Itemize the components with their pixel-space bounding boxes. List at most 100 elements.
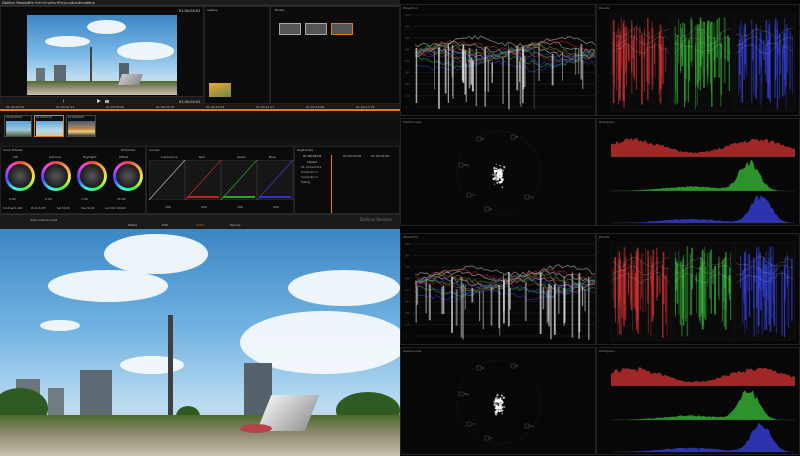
nodes-panel: Nodes [270, 6, 400, 104]
waveform-tick: 128 [405, 323, 410, 327]
app-name: DaVinci Resolve [2, 1, 30, 5]
parade-title: Parade [599, 235, 610, 239]
keyframes-panel: Keyframes 01:00:04:02 01:00:00:00 01:00:… [294, 146, 400, 214]
ruler-tc: 01:00:05:02 [106, 105, 125, 109]
vectorscope-target-label: R [482, 137, 484, 141]
vectorscope-target-label: Mg [464, 392, 469, 396]
tab-edit[interactable]: Edit [162, 223, 168, 227]
waveform-tick: 128 [405, 94, 410, 98]
histogram-title: Histogram [599, 120, 615, 124]
ruler-tc: 01:00:12:17 [256, 105, 275, 109]
curves-graph[interactable] [149, 160, 293, 200]
vectorscope-target-label: R [482, 366, 484, 370]
tab-media[interactable]: Media [128, 223, 137, 227]
color-wheels-title: Color Wheels [3, 148, 23, 152]
keyframes-title: Keyframes [297, 148, 313, 152]
tab-deliver[interactable]: Deliver [230, 223, 241, 227]
highlight-wheel[interactable] [77, 161, 107, 191]
skip-start-icon[interactable] [63, 99, 67, 103]
menu-file[interactable]: File [28, 1, 34, 5]
gamma-wheel[interactable] [41, 161, 71, 191]
transport-bar: 01:00:04:02 [1, 96, 203, 103]
parade-scope: Parade [596, 233, 800, 345]
waveform-tick: 640 [405, 48, 410, 52]
waveform-tick: 0 [405, 334, 407, 338]
histogram-scope: Histogram [596, 347, 800, 455]
color-wheels-mode: Primaries [121, 148, 136, 152]
tab-color[interactable]: Color [196, 223, 204, 227]
parade-title: Parade [599, 6, 610, 10]
waveform-tick: 640 [405, 277, 410, 281]
clips-strip: 01:00:00:00 01:00:02:14 01:00:05:03 [0, 113, 400, 141]
waveform-tick: 896 [405, 25, 410, 29]
vectorscope: Vectorscope R Mg B Cy G Yl [400, 118, 596, 226]
lift-wheel[interactable] [5, 161, 35, 191]
vectorscope-target-label: Cy [530, 424, 534, 428]
gallery-still[interactable] [209, 83, 231, 97]
ruler-tc: 01:00:00:00 [6, 105, 25, 109]
page-tabs: Media Edit Color Deliver DaVinci Resolve… [0, 214, 400, 229]
waveform-tick: 768 [405, 265, 410, 269]
histogram-title: Histogram [599, 349, 615, 353]
resolve-window: DaVinci Resolve File Edit View Mark Play… [0, 0, 400, 229]
ruler-tc: 01:00:17:19 [356, 105, 375, 109]
waveform-tick: 1023 [405, 13, 412, 17]
vectorscope-target-label: Cy [530, 195, 534, 199]
vectorscope-target-label: G [490, 207, 493, 211]
vectorscope-target-label: Mg [464, 163, 469, 167]
waveform-tick: 256 [405, 311, 410, 315]
playhead[interactable] [331, 155, 332, 213]
vectorscope-title: Vectorscope [403, 349, 422, 353]
vectorscope-target-label: Yl [472, 422, 475, 426]
color-wheels-panel: Color Wheels Primaries Lift Gamma Highli… [0, 146, 146, 214]
play-icon[interactable] [97, 99, 101, 103]
scopes-window-top: Waveform 1023 896 768 640 512 384 256 128 0 Para… [400, 0, 800, 229]
node-1[interactable] [279, 23, 301, 35]
waveform-tick: 384 [405, 300, 410, 304]
clip-thumb[interactable]: 01:00:02:14 [34, 115, 64, 137]
nodes-label: Nodes [275, 8, 285, 12]
waveform-tick: 512 [405, 59, 410, 63]
node-2[interactable] [305, 23, 327, 35]
waveform-tick: 768 [405, 36, 410, 40]
ruler-tc: 01:00:15:06 [306, 105, 325, 109]
vectorscope-target-label: B [516, 135, 518, 139]
vectorscope-target-label: G [490, 436, 493, 440]
waveform-tick: 896 [405, 254, 410, 258]
ruler-tc: 01:00:10:04 [206, 105, 225, 109]
gallery-panel: Gallery [204, 6, 270, 104]
output-frame [0, 229, 400, 456]
clip-thumb[interactable]: 01:00:00:00 [4, 115, 32, 137]
menu-help[interactable]: Help [87, 1, 95, 5]
waveform-tick: 1023 [405, 242, 412, 246]
scopes-window-bottom: Waveform 1023 896 768 640 512 384 256 128 0 Para… [400, 229, 800, 456]
clip-thumb[interactable]: 01:00:05:03 [66, 115, 96, 137]
gallery-label: Gallery [207, 8, 218, 12]
vectorscope-title: Vectorscope [403, 120, 422, 124]
viewer-panel: 01:00:04:02 01:00:04:02 [0, 6, 204, 104]
curves-panel: Curves Luminance Red Green Blue 100 100 … [146, 146, 294, 214]
waveform-scope: Waveform 1023 896 768 640 512 384 256 128 0 [400, 233, 596, 345]
curves-title: Curves [149, 148, 160, 152]
waveform-scope: Waveform 1023 896 768 640 512 384 256 128 0 [400, 4, 596, 116]
vectorscope-target-label: B [516, 364, 518, 368]
viewer-timecode: 01:00:04:02 [179, 9, 201, 13]
viewer-image [27, 15, 177, 95]
stop-icon[interactable] [105, 99, 109, 103]
node-3[interactable] [331, 23, 353, 35]
vectorscope: Vectorscope R Mg B Cy G Yl [400, 347, 596, 455]
waveform-title: Waveform [403, 6, 419, 10]
menu-edit[interactable]: Edit [35, 1, 42, 5]
brand-logo: DaVinci Resolve [360, 217, 392, 222]
waveform-tick: 256 [405, 82, 410, 86]
timeline-ruler[interactable]: 01:00:00:00 01:00:02:13 01:00:05:02 01:0… [0, 104, 400, 111]
parade-scope: Parade [596, 4, 800, 116]
offset-wheel[interactable] [113, 161, 143, 191]
waveform-title: Waveform [403, 235, 419, 239]
histogram-scope: Histogram [596, 118, 800, 226]
ruler-tc: 01:00:02:13 [56, 105, 75, 109]
vectorscope-target-label: Yl [472, 193, 475, 197]
status-text: Auto Color/Curves [30, 218, 58, 222]
waveform-tick: 384 [405, 71, 410, 75]
ruler-tc: 01:00:07:15 [156, 105, 175, 109]
